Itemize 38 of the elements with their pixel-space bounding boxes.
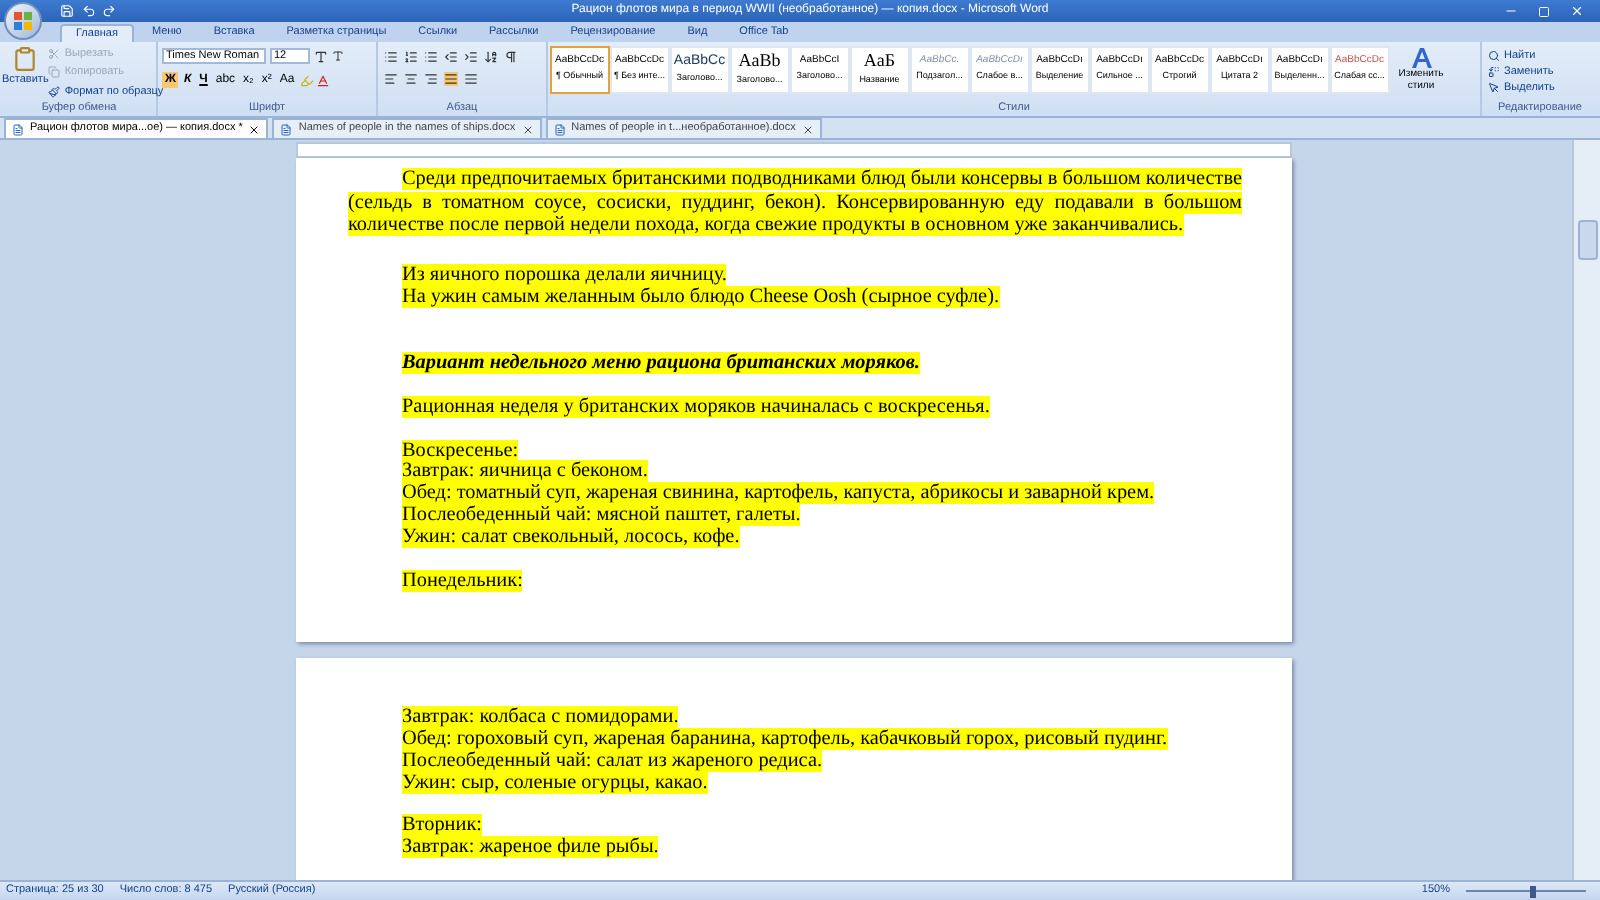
- paragraph: Среди предпочитаемых британскими подводниками блюд были консервы в большом количестве (сельдь в томатном соусе, сосиски, пуддинг, бекон). Консервированную еду подавали в большом количестве после первой недели похода, когда свежие продукты в основном уже заканчивались.: [348, 168, 1242, 240]
- pointer-icon: [1488, 82, 1500, 94]
- document-icon: [280, 123, 293, 135]
- office-logo-icon: [14, 12, 32, 30]
- shrink-font-icon[interactable]: [332, 50, 344, 62]
- justify-icon[interactable]: [444, 72, 458, 86]
- copy-icon: [48, 66, 61, 79]
- document-icon: [553, 123, 566, 135]
- redo-icon[interactable]: [102, 4, 116, 18]
- scrollbar[interactable]: [1572, 140, 1600, 880]
- align-right-icon[interactable]: [424, 72, 438, 86]
- zoom-slider[interactable]: [1466, 885, 1586, 897]
- align-center-icon[interactable]: [404, 72, 418, 86]
- clipboard-icon: [12, 46, 39, 72]
- zoom-thumb[interactable]: [1529, 885, 1535, 897]
- bullet-list-icon[interactable]: [384, 50, 398, 64]
- heading: Вариант недельного меню рациона британских моряков.: [400, 353, 922, 376]
- save-icon[interactable]: [60, 4, 74, 18]
- indent-icon[interactable]: [464, 50, 478, 64]
- outdent-icon[interactable]: [444, 50, 458, 64]
- sort-icon[interactable]: [484, 50, 498, 64]
- numbered-list-icon[interactable]: [404, 50, 418, 64]
- close-icon[interactable]: [248, 123, 261, 135]
- maximize-icon[interactable]: [1538, 5, 1550, 17]
- search-icon: [1488, 50, 1500, 62]
- grow-font-icon[interactable]: [314, 49, 328, 63]
- close-icon[interactable]: [801, 123, 814, 135]
- close-icon[interactable]: [521, 123, 534, 135]
- replace-icon: [1488, 66, 1500, 78]
- pilcrow-icon[interactable]: [504, 50, 518, 64]
- document-icon: [12, 123, 24, 135]
- font-color-icon[interactable]: [315, 73, 330, 87]
- align-left-icon[interactable]: [384, 72, 398, 86]
- brush-icon: [48, 85, 61, 98]
- scissors-icon: [48, 48, 61, 61]
- undo-icon[interactable]: [82, 4, 96, 18]
- change-styles-icon[interactable]: [1409, 46, 1433, 68]
- minimize-icon[interactable]: [1504, 4, 1518, 18]
